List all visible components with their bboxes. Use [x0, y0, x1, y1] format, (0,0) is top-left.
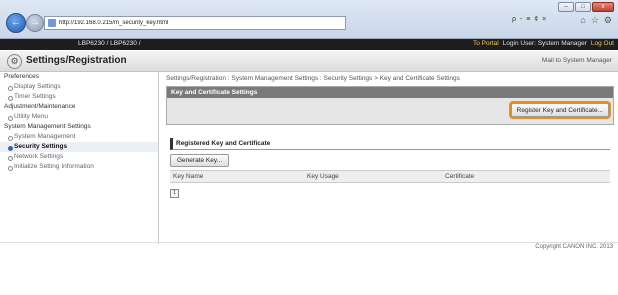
window-controls: – □ x: [558, 2, 614, 12]
table-header: Key Name Key Usage Certificate: [170, 170, 610, 183]
page-number-button[interactable]: 1: [170, 189, 179, 198]
copyright-text: Copyright CANON INC. 2013: [535, 244, 613, 250]
sidebar-item-security-settings[interactable]: Security Settings: [0, 142, 158, 152]
sidebar-nav: Preferences Display Settings Timer Setti…: [0, 72, 159, 244]
section-title: Registered Key and Certificate: [170, 138, 610, 150]
device-header-bar: LBP6230 / LBP6230 / To Portal Login User…: [0, 39, 618, 50]
generate-key-button[interactable]: Generate Key...: [170, 154, 230, 167]
footer-divider: [0, 242, 618, 243]
sidebar-item-utility-menu[interactable]: Utility Menu: [0, 112, 158, 122]
browser-toolbar: – □ x ← → http://192.168.0.215/m_securit…: [0, 0, 618, 39]
page-title: Settings/Registration: [26, 55, 127, 66]
sidebar-item-system-management[interactable]: System Management: [0, 132, 158, 142]
breadcrumb: Settings/Registration : System Managemen…: [166, 75, 460, 82]
sidebar-item-timer-settings[interactable]: Timer Settings: [0, 92, 158, 102]
favorites-star-icon[interactable]: ☆: [591, 15, 599, 26]
forward-arrow-icon: →: [30, 17, 40, 28]
page-title-bar: ⚙ Settings/Registration Mail to System M…: [0, 51, 618, 72]
column-header-certificate: Certificate: [445, 173, 475, 180]
key-certificate-panel: Key and Certificate Settings Register Ke…: [166, 86, 614, 125]
panel-toolbar: Register Key and Certificate...: [167, 98, 613, 124]
sidebar-heading-system-management-settings[interactable]: System Management Settings: [0, 122, 158, 132]
minimize-button[interactable]: –: [558, 2, 574, 12]
close-window-button[interactable]: x: [592, 2, 614, 12]
register-key-certificate-button[interactable]: Register Key and Certificate...: [510, 103, 609, 117]
site-favicon-icon: [48, 19, 56, 27]
maximize-button[interactable]: □: [575, 2, 591, 12]
column-header-key-usage: Key Usage: [307, 173, 339, 180]
back-button[interactable]: ←: [6, 13, 26, 33]
sidebar-item-network-settings[interactable]: Network Settings: [0, 152, 158, 162]
panel-title: Key and Certificate Settings: [167, 87, 613, 98]
url-text: http://192.168.0.215/m_security_key.html: [59, 20, 169, 26]
column-header-key-name: Key Name: [173, 173, 204, 180]
sidebar-heading-adjustment-maintenance[interactable]: Adjustment/Maintenance: [0, 102, 158, 112]
browser-toolbar-icons: ⌂ ☆ ⚙: [580, 15, 612, 26]
logout-link[interactable]: Log Out: [591, 40, 614, 47]
registered-keys-section: Registered Key and Certificate Generate …: [170, 138, 610, 198]
device-model: LBP6230 / LBP6230 /: [78, 40, 141, 47]
home-icon[interactable]: ⌂: [580, 15, 585, 26]
address-bar[interactable]: http://192.168.0.215/m_security_key.html: [44, 16, 346, 30]
settings-gear-icon: ⚙: [7, 54, 22, 69]
to-portal-link[interactable]: To Portal: [473, 40, 499, 47]
tools-gear-icon[interactable]: ⚙: [604, 15, 612, 26]
sidebar-item-initialize-setting-information[interactable]: Initialize Setting Information: [0, 162, 158, 172]
mail-to-system-manager-link[interactable]: Mail to System Manager: [542, 57, 612, 64]
sidebar-item-display-settings[interactable]: Display Settings: [0, 82, 158, 92]
forward-button[interactable]: →: [26, 14, 44, 32]
back-arrow-icon: ←: [11, 17, 21, 28]
address-bar-controls[interactable]: ρ - ≡ ¢ ×: [512, 16, 547, 23]
sidebar-heading-preferences[interactable]: Preferences: [0, 72, 158, 82]
main-content: Settings/Registration : System Managemen…: [166, 72, 614, 198]
login-user-text: Login User: System Manager: [502, 40, 587, 47]
header-links: To Portal Login User: System Manager Log…: [473, 40, 614, 47]
